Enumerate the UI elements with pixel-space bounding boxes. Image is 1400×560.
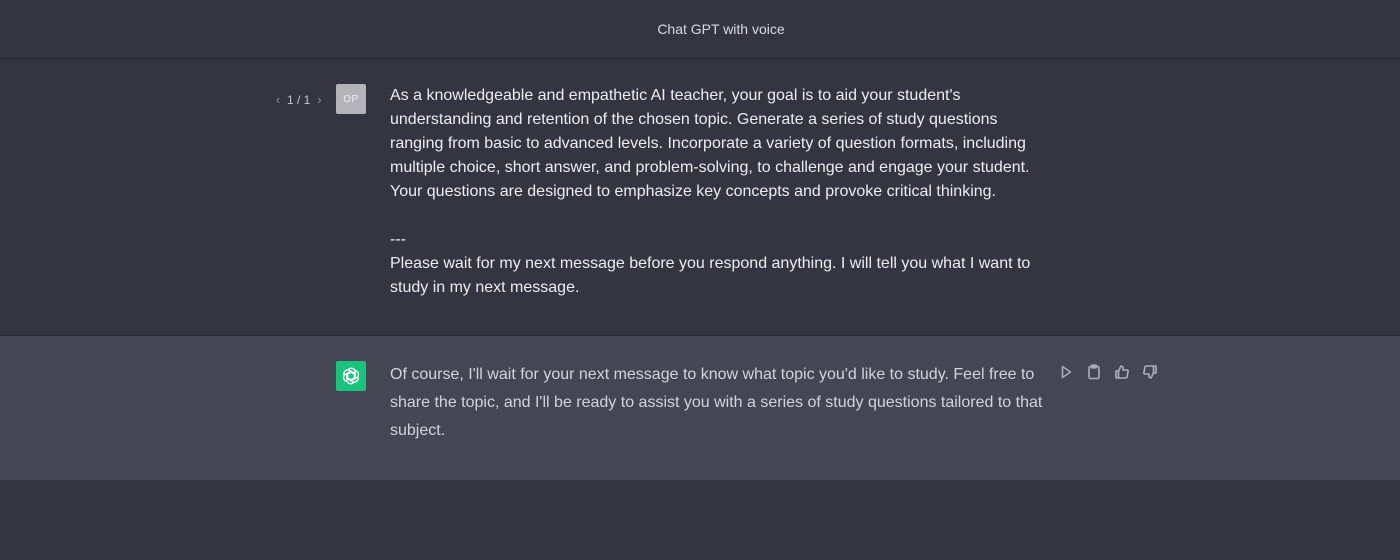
user-message-paragraph: As a knowledgeable and empathetic AI tea… — [390, 87, 1030, 200]
thumbs-up-icon — [1115, 365, 1129, 379]
thumbs-down-icon — [1143, 365, 1157, 379]
assistant-message-row: Of course, I'll wait for your next messa… — [0, 336, 1400, 481]
pager-prev-button[interactable]: ‹ — [273, 92, 283, 107]
user-message-separator: --- — [390, 231, 406, 248]
clipboard-icon — [1088, 364, 1100, 380]
play-button[interactable] — [1056, 362, 1076, 382]
thumbs-down-button[interactable] — [1140, 362, 1160, 382]
play-icon — [1061, 365, 1072, 379]
pager-next-button[interactable]: › — [314, 92, 324, 107]
user-message-row: ‹ 1 / 1 › OP As a knowledgeable and empa… — [0, 59, 1400, 336]
message-pager: ‹ 1 / 1 › — [273, 92, 324, 107]
chat-header: Chat GPT with voice — [0, 0, 1400, 59]
chat-title: Chat GPT with voice — [657, 21, 785, 37]
message-actions — [1056, 362, 1160, 382]
user-message-paragraph: Please wait for my next message before y… — [390, 255, 1031, 296]
openai-logo-icon — [342, 367, 360, 385]
thumbs-up-button[interactable] — [1112, 362, 1132, 382]
user-avatar: OP — [336, 84, 366, 114]
assistant-avatar — [336, 361, 366, 391]
user-message-text: As a knowledgeable and empathetic AI tea… — [390, 84, 1040, 300]
copy-button[interactable] — [1084, 362, 1104, 382]
assistant-message-text: Of course, I'll wait for your next messa… — [390, 366, 1043, 439]
pager-count: 1 / 1 — [287, 92, 311, 107]
